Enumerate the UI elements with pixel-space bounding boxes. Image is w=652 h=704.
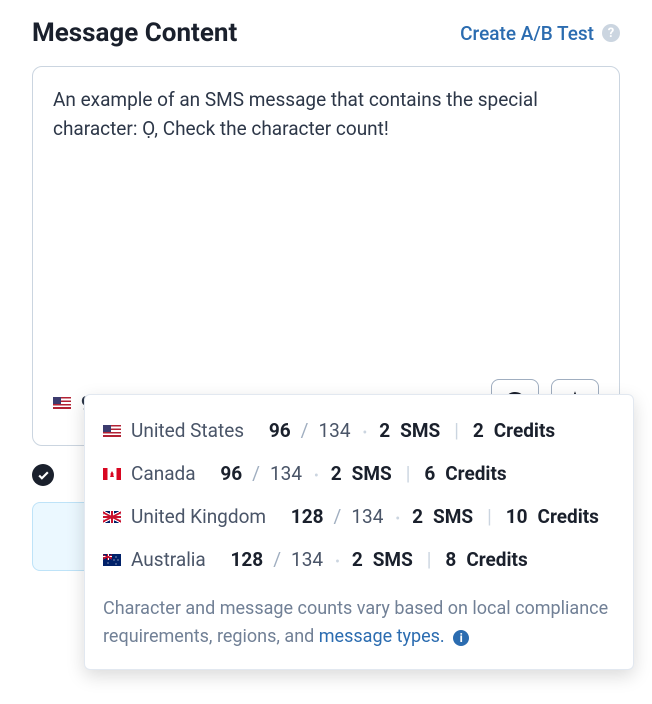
- total-count: 134: [291, 548, 323, 571]
- check-circle-icon[interactable]: [32, 464, 54, 486]
- page-title: Message Content: [32, 18, 237, 48]
- dropdown-row-ca[interactable]: Canada 96 / 134 • 2 SMS | 6 Credits: [85, 452, 633, 495]
- create-ab-test-link[interactable]: Create A/B Test: [460, 22, 594, 45]
- country-name: Canada: [131, 462, 196, 485]
- sms-count: 2: [331, 462, 342, 485]
- country-name: United States: [131, 419, 244, 442]
- message-text[interactable]: An example of an SMS message that contai…: [53, 85, 599, 379]
- country-name: Australia: [131, 548, 206, 571]
- total-count: 134: [318, 419, 350, 442]
- message-editor[interactable]: An example of an SMS message that contai…: [32, 66, 620, 446]
- total-count: 134: [270, 462, 302, 485]
- total-count: 134: [351, 505, 383, 528]
- country-name: United Kingdom: [131, 505, 266, 528]
- flag-uk-icon: [103, 511, 121, 523]
- message-types-link[interactable]: message types.: [319, 626, 445, 647]
- sms-count: 2: [412, 505, 423, 528]
- dropdown-row-uk[interactable]: United Kingdom 128 / 134 • 2 SMS | 10 Cr…: [85, 495, 633, 538]
- flag-us-icon: [53, 397, 71, 409]
- dropdown-row-us[interactable]: United States 96 / 134 • 2 SMS | 2 Credi…: [85, 409, 633, 452]
- info-icon[interactable]: i: [453, 630, 469, 646]
- credits-label: Credits: [494, 419, 555, 442]
- credits-count: 10: [506, 505, 528, 528]
- credits-count: 8: [445, 548, 456, 571]
- help-icon[interactable]: ?: [602, 24, 620, 42]
- used-count: 96: [220, 462, 242, 485]
- credits-label: Credits: [538, 505, 599, 528]
- credits-count: 6: [424, 462, 435, 485]
- sms-label: SMS: [373, 548, 413, 571]
- flag-ca-icon: [103, 468, 121, 480]
- sms-label: SMS: [400, 419, 440, 442]
- used-count: 128: [231, 548, 264, 571]
- credits-label: Credits: [445, 462, 506, 485]
- sms-label: SMS: [352, 462, 392, 485]
- country-counter-dropdown[interactable]: United States 96 / 134 • 2 SMS | 2 Credi…: [84, 394, 634, 670]
- dropdown-footer-note: Character and message counts vary based …: [85, 581, 633, 669]
- dropdown-row-au[interactable]: Australia 128 / 134 • 2 SMS | 8 Credits: [85, 538, 633, 581]
- flag-au-icon: [103, 554, 121, 566]
- flag-us-icon: [103, 425, 121, 437]
- sms-label: SMS: [433, 505, 473, 528]
- used-count: 96: [269, 419, 291, 442]
- credits-label: Credits: [466, 548, 527, 571]
- credits-count: 2: [473, 419, 484, 442]
- sms-count: 2: [379, 419, 390, 442]
- sms-count: 2: [352, 548, 363, 571]
- used-count: 128: [291, 505, 324, 528]
